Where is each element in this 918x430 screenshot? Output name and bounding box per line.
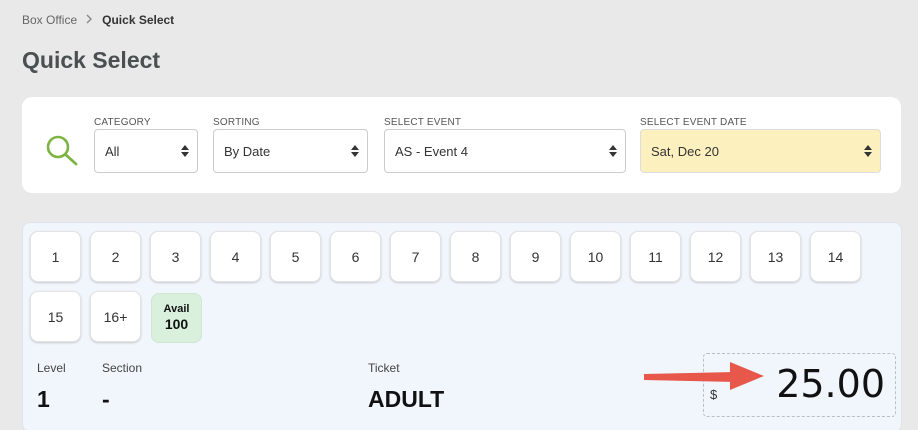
- quantity-button-16-plus[interactable]: 16+: [90, 291, 141, 342]
- section-value: -: [102, 386, 110, 412]
- quantity-button-14[interactable]: 14: [810, 231, 861, 282]
- sort-arrows-icon: [864, 143, 872, 159]
- quantity-button-8[interactable]: 8: [450, 231, 501, 282]
- breadcrumb: Box Office Quick Select: [22, 13, 174, 27]
- quantity-button-4[interactable]: 4: [210, 231, 261, 282]
- quantity-button-15[interactable]: 15: [30, 291, 81, 342]
- event-date-field: SELECT EVENT DATE Sat, Dec 20: [640, 116, 881, 173]
- section-label: Section: [102, 361, 143, 375]
- availability-badge: Avail 100: [151, 293, 202, 343]
- breadcrumb-root[interactable]: Box Office: [22, 13, 77, 27]
- sort-arrows-icon: [351, 143, 359, 159]
- sorting-value: By Date: [224, 143, 271, 159]
- quantity-button-1[interactable]: 1: [30, 231, 81, 282]
- category-field: CATEGORY All: [94, 116, 198, 173]
- chevron-right-icon: [86, 14, 93, 27]
- availability-label: Avail: [163, 303, 190, 315]
- category-value: All: [105, 143, 120, 159]
- search-icon[interactable]: [45, 134, 81, 166]
- event-field: SELECT EVENT AS - Event 4: [384, 116, 626, 173]
- quantity-button-11[interactable]: 11: [630, 231, 681, 282]
- quantity-button-3[interactable]: 3: [150, 231, 201, 282]
- quantity-button-12[interactable]: 12: [690, 231, 741, 282]
- sorting-field: SORTING By Date: [213, 116, 368, 173]
- event-select[interactable]: AS - Event 4: [384, 129, 626, 173]
- quantity-panel: 1 2 3 4 5 6 7 8 9 10 11 12 13 14 15 16+ …: [22, 222, 902, 430]
- level-value: 1: [37, 386, 50, 412]
- event-date-value: Sat, Dec 20: [651, 143, 719, 159]
- ticket-label: Ticket: [368, 361, 400, 375]
- annotation-arrow-icon: [644, 362, 764, 390]
- sorting-label: SORTING: [213, 117, 260, 128]
- quantity-button-13[interactable]: 13: [750, 231, 801, 282]
- sorting-select[interactable]: By Date: [213, 129, 368, 173]
- category-label: CATEGORY: [94, 117, 151, 128]
- quantity-button-2[interactable]: 2: [90, 231, 141, 282]
- page-title: Quick Select: [22, 47, 161, 73]
- quantity-button-7[interactable]: 7: [390, 231, 441, 282]
- event-date-select[interactable]: Sat, Dec 20: [640, 129, 881, 173]
- quantity-button-5[interactable]: 5: [270, 231, 321, 282]
- quantity-button-6[interactable]: 6: [330, 231, 381, 282]
- availability-value: 100: [164, 316, 189, 332]
- filter-panel: CATEGORY All SORTING By Date SELECT EVEN…: [22, 97, 901, 193]
- price-amount: 25.00: [776, 362, 885, 406]
- event-value: AS - Event 4: [395, 143, 468, 159]
- sort-arrows-icon: [181, 143, 189, 159]
- quantity-button-9[interactable]: 9: [510, 231, 561, 282]
- category-select[interactable]: All: [94, 129, 198, 173]
- sort-arrows-icon: [609, 143, 617, 159]
- quantity-button-10[interactable]: 10: [570, 231, 621, 282]
- event-date-label: SELECT EVENT DATE: [640, 117, 747, 128]
- event-label: SELECT EVENT: [384, 117, 462, 128]
- ticket-value: ADULT: [368, 386, 445, 412]
- breadcrumb-current: Quick Select: [102, 13, 175, 27]
- level-label: Level: [37, 361, 66, 375]
